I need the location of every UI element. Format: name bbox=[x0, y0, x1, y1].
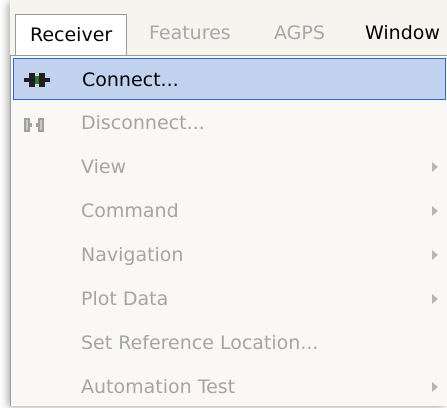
menu-item-plot-data[interactable]: Plot Data bbox=[11, 278, 447, 320]
menu-item-command[interactable]: Command bbox=[11, 190, 447, 232]
menu-item-label: Command bbox=[81, 200, 179, 222]
menu-features[interactable]: Features bbox=[149, 0, 231, 54]
plug-connect-icon bbox=[24, 73, 50, 87]
menu-item-label: Automation Test bbox=[81, 376, 236, 398]
submenu-arrow-icon bbox=[432, 206, 438, 216]
menu-item-set-reference-location[interactable]: Set Reference Location... bbox=[11, 322, 447, 364]
submenu-arrow-icon bbox=[432, 162, 438, 172]
submenu-arrow-icon bbox=[432, 382, 438, 392]
menu-window[interactable]: Window bbox=[365, 0, 440, 54]
submenu-arrow-icon bbox=[432, 250, 438, 260]
menu-item-label: Plot Data bbox=[81, 288, 169, 310]
menu-item-label: Set Reference Location... bbox=[81, 332, 319, 354]
menu-item-label: View bbox=[81, 156, 127, 178]
menu-item-view[interactable]: View bbox=[11, 146, 447, 188]
menu-item-label: Navigation bbox=[81, 244, 184, 266]
submenu-arrow-icon bbox=[432, 294, 438, 304]
menu-item-navigation[interactable]: Navigation bbox=[11, 234, 447, 276]
menu-item-automation-test[interactable]: Automation Test bbox=[11, 366, 447, 408]
menu-item-label: Disconnect... bbox=[81, 112, 205, 134]
menu-receiver[interactable]: Receiver bbox=[15, 14, 128, 57]
menu-agps[interactable]: AGPS bbox=[274, 0, 325, 54]
menu-item-disconnect[interactable]: Disconnect... bbox=[11, 102, 447, 144]
plug-disconnect-icon bbox=[24, 118, 44, 132]
menu-item-label: Connect... bbox=[82, 69, 179, 91]
receiver-dropdown-menu: Connect... Disconnect... View Command Na… bbox=[10, 55, 447, 406]
menu-bar: Receiver Features AGPS Window bbox=[10, 0, 447, 57]
menu-item-connect[interactable]: Connect... bbox=[13, 58, 446, 100]
